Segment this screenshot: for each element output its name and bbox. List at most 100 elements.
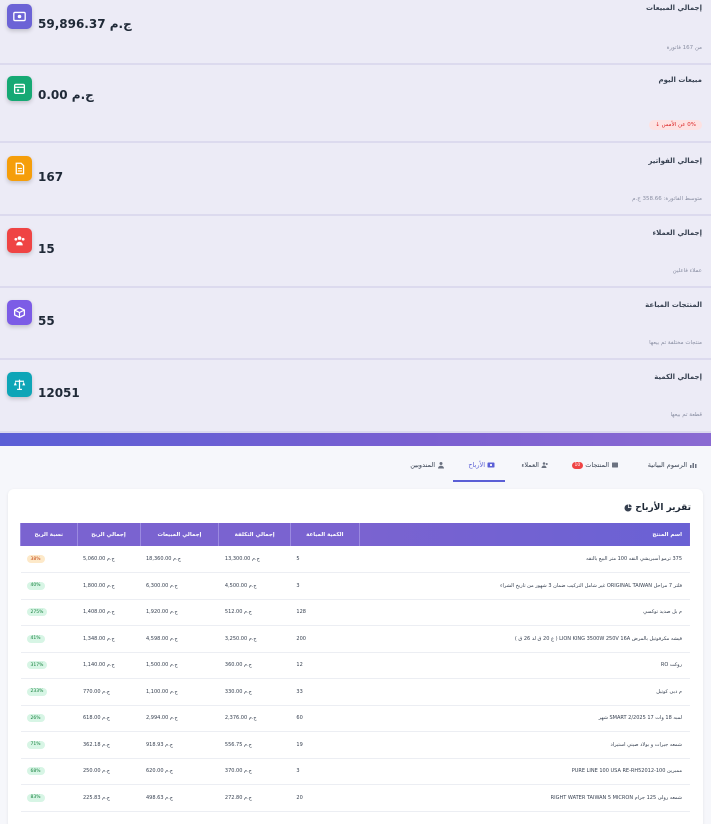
profit-ratio-badge: 38%	[26, 555, 45, 563]
tab-label: الرسوم البيانية	[647, 461, 687, 469]
profit-ratio-badge: 317%	[26, 661, 48, 670]
cell-sales: 498.63 ج.م	[140, 784, 219, 812]
users-icon	[541, 462, 548, 468]
col-header-profit[interactable]: إجمالي الربح	[76, 523, 140, 546]
cell-profit: 1,348.00 ج.م	[77, 625, 140, 653]
cell-profit: 1,140.00 ج.م	[77, 652, 140, 679]
stat-value: 15	[38, 242, 55, 256]
stat-value: 55	[38, 314, 55, 328]
tab-profits[interactable]: الأرباح	[468, 456, 495, 474]
report-tabs: الرسوم البيانية المنتجات 10 العملاء الأر…	[0, 452, 711, 482]
stat-card-total-sales: إجمالي المبيعات 59,896.37 ج.م من 167 فات…	[0, 0, 711, 65]
cell-cost: 330.00 ج.م	[218, 678, 291, 706]
table-row: م بل صديد توكسي 128 512.00 ج.م 1,920.00 ج.م…	[20, 599, 690, 626]
tab-charts[interactable]: الرسوم البيانية	[648, 456, 697, 474]
cell-product: شمعه جيرات و بولاد صيني استيراد	[359, 731, 690, 759]
tab-label: المنتجات	[585, 461, 609, 469]
stat-card-invoices: إجمالي الفواتير 167 متوسط الفاتورة: 358.…	[0, 143, 711, 216]
stat-change-badge: 0% عن الأمس ↓	[649, 120, 702, 130]
cell-cost: 3,250.00 ج.م	[218, 625, 291, 653]
cell-product: لمبه 18 وات SMART 2/2025 17 شهر	[359, 705, 690, 732]
cell-qty: 200	[290, 625, 360, 653]
products-icon	[612, 462, 618, 468]
tab-label: العملاء	[521, 461, 539, 469]
stat-title: إجمالي العملاء	[652, 229, 702, 237]
cell-ratio: 40%	[20, 572, 77, 600]
cell-qty: 60	[290, 705, 360, 732]
cell-ratio: 317%	[20, 652, 77, 679]
profit-ratio-badge: 26%	[26, 714, 45, 723]
stat-value: 59,896.37 ج.م	[38, 17, 132, 31]
stat-card-today-sales: مبيعات اليوم 0.00 ج.م 0% عن الأمس ↓	[0, 65, 711, 143]
tab-reps[interactable]: المندوبين	[410, 456, 445, 474]
col-header-product[interactable]: اسم المنتج	[358, 523, 690, 546]
report-title: تقرير الأرباح	[624, 503, 691, 513]
cell-sales: 4,598.00 ج.م	[140, 625, 219, 653]
cell-cost: 512.00 ج.م	[218, 599, 291, 626]
profits-report-card: تقرير الأرباح اسم المنتج الكمية المباعة …	[8, 489, 703, 824]
cell-cost: 556.75 ج.م	[218, 731, 291, 759]
scale-icon	[7, 372, 32, 397]
table-row: م ذبى كوتيل 33 330.00 ج.م 1,100.00 ج.م 770.0…	[20, 678, 690, 706]
tab-products[interactable]: المنتجات 10	[571, 456, 620, 474]
profit-ratio-badge: 40%	[26, 581, 45, 590]
cell-qty: 20	[290, 784, 360, 812]
users-icon	[7, 228, 32, 253]
tab-count-badge: 10	[571, 461, 584, 469]
cell-sales: 6,300.00 ج.م	[140, 572, 219, 600]
col-header-ratio[interactable]: نسبة الربح	[20, 523, 77, 546]
cell-profit: 770.00 ج.م	[77, 678, 140, 706]
cell-qty: 12	[290, 652, 360, 679]
cell-ratio: 275%	[20, 599, 77, 626]
money-icon	[487, 462, 495, 468]
cell-ratio: 68%	[20, 758, 77, 785]
cell-qty: 5	[290, 546, 360, 573]
tab-label: الأرباح	[468, 461, 485, 469]
table-row: 375 ترمو أسبريشي النقه 100 متر البيع بال…	[20, 546, 690, 573]
cell-ratio: 41%	[20, 625, 77, 653]
cell-profit: 1,800.00 ج.م	[77, 572, 140, 600]
stat-value: 167	[38, 170, 64, 184]
profit-ratio-badge: 83%	[26, 793, 45, 802]
cell-product: شمعه رولى 125 جرام RIGHT WATER TAIWAN 5 …	[359, 784, 690, 812]
stat-subtitle: قطعة تم بيعها	[670, 412, 703, 418]
cell-sales: 1,100.00 ج.م	[140, 678, 219, 706]
cell-cost: 2,376.00 ج.م	[218, 705, 291, 732]
profit-ratio-badge: 233%	[26, 687, 48, 696]
user-icon	[438, 462, 444, 469]
stat-subtitle: من 167 فاتورة	[666, 45, 702, 51]
table-row: شمعه رولى 125 جرام RIGHT WATER TAIWAN 5 …	[20, 784, 690, 812]
profit-ratio-badge: 41%	[26, 634, 45, 643]
cell-qty: 128	[290, 599, 360, 626]
stat-title: إجمالي الكمية	[654, 373, 702, 381]
table-row: لمبه 18 وات SMART 2/2025 17 شهر 60 2,376.0…	[20, 705, 690, 732]
col-header-qty[interactable]: الكمية المباعة	[289, 523, 360, 546]
cell-sales: 1,920.00 ج.م	[140, 599, 219, 626]
cell-cost: 4,500.00 ج.م	[218, 572, 291, 600]
cell-ratio: 233%	[20, 678, 77, 706]
cell-qty: 33	[290, 678, 360, 706]
active-tab-indicator	[453, 480, 505, 482]
invoice-icon	[7, 156, 32, 181]
cell-profit: 362.18 ج.م	[77, 731, 140, 759]
cell-cost: 13,300.00 ج.م	[218, 546, 291, 573]
cell-profit: 5,060.00 ج.م	[77, 546, 140, 573]
cell-product: م بل صديد توكسي	[359, 599, 690, 626]
col-header-cost[interactable]: إجمالي التكلفة	[218, 523, 291, 546]
cell-ratio: 71%	[20, 731, 77, 759]
tab-customers[interactable]: العملاء	[521, 456, 549, 474]
stat-card-customers: إجمالي العملاء 15 عملاء فاعلين	[0, 216, 711, 288]
cell-sales: 918.93 ج.م	[140, 731, 219, 759]
table-row: فيشه مكرفوتيل بالمرض LION KING 3500W 250…	[20, 625, 690, 653]
pie-chart-icon	[624, 504, 632, 512]
cell-profit: 250.00 ج.م	[77, 758, 140, 785]
stat-card-products-sold: المنتجات المباعة 55 منتجات مختلفة تم بيع…	[0, 288, 711, 360]
cell-cost: 272.80 ج.م	[218, 784, 291, 812]
col-header-sales[interactable]: إجمالي المبيعات	[139, 523, 219, 546]
cell-qty: 19	[290, 731, 360, 759]
profit-ratio-badge: 71%	[26, 740, 45, 749]
cell-qty: 3	[290, 758, 360, 785]
cell-product: فلتر 7 مراحل ORIGINAL TAIWAN غير شامل ال…	[359, 572, 690, 600]
cell-sales: 2,994.00 ج.م	[140, 705, 219, 732]
cell-product: م ذبى كوتيل	[359, 678, 690, 706]
